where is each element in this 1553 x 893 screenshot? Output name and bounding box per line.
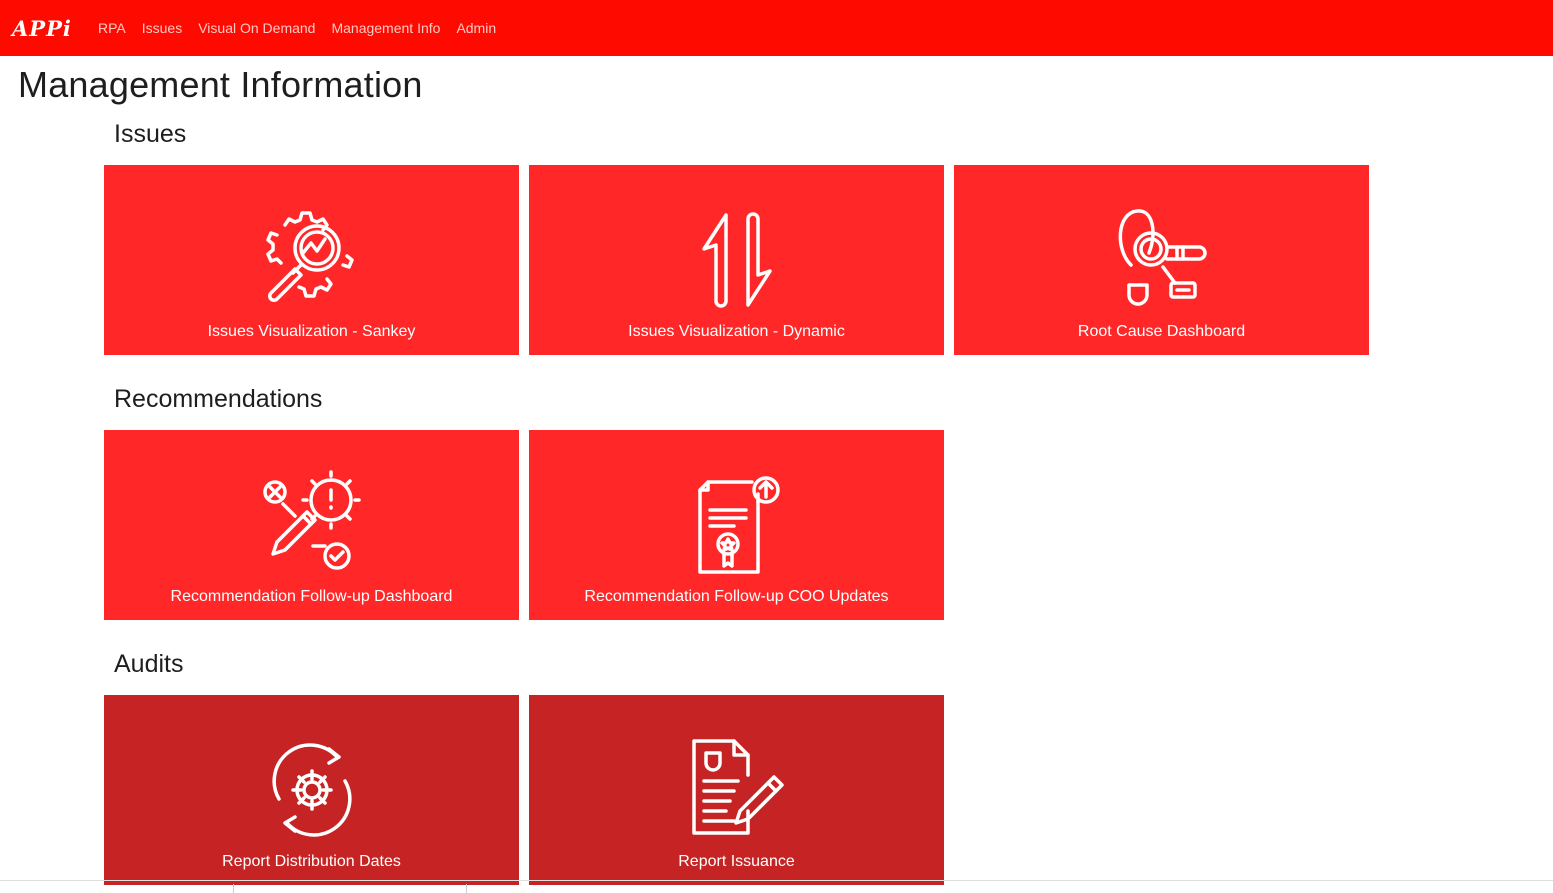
bottom-divider	[0, 880, 1553, 881]
tile-recommendation-follow-up-coo-updates[interactable]: Recommendation Follow-up COO Updates	[529, 430, 944, 620]
bottom-divider-tick	[466, 884, 467, 893]
tile-label: Issues Visualization - Sankey	[207, 323, 416, 340]
tile-label: Issues Visualization - Dynamic	[628, 323, 845, 340]
nav-link-issues[interactable]: Issues	[142, 20, 182, 36]
gear-magnifier-icon	[104, 205, 519, 315]
tile-label: Recommendation Follow-up COO Updates	[584, 588, 889, 605]
tile-root-cause-dashboard[interactable]: Root Cause Dashboard	[954, 165, 1369, 355]
nav-links: RPA Issues Visual On Demand Management I…	[98, 20, 512, 36]
nav-link-management-info[interactable]: Management Info	[331, 20, 440, 36]
nav-link-rpa[interactable]: RPA	[98, 20, 126, 36]
section-title-recommendations: Recommendations	[114, 385, 323, 413]
tile-label: Recommendation Follow-up Dashboard	[170, 588, 453, 605]
tile-recommendation-follow-up-dashboard[interactable]: Recommendation Follow-up Dashboard	[104, 430, 519, 620]
tile-label: Report Distribution Dates	[222, 853, 401, 870]
page-title: Management Information	[18, 64, 423, 105]
pencil-gear-check-icon	[104, 470, 519, 580]
tile-issues-visualization-sankey[interactable]: Issues Visualization - Sankey	[104, 165, 519, 355]
footprint-magnifier-icon	[954, 205, 1369, 315]
document-pen-icon	[529, 735, 944, 845]
brand-logo[interactable]: APPi	[12, 16, 84, 41]
tile-report-issuance[interactable]: Report Issuance	[529, 695, 944, 885]
tile-label: Root Cause Dashboard	[1077, 323, 1246, 340]
tile-label: Report Issuance	[678, 853, 795, 870]
tile-report-distribution-dates[interactable]: Report Distribution Dates	[104, 695, 519, 885]
up-down-arrows-icon	[529, 205, 944, 315]
certificate-upload-icon	[529, 470, 944, 580]
nav-link-admin[interactable]: Admin	[456, 20, 496, 36]
tile-issues-visualization-dynamic[interactable]: Issues Visualization - Dynamic	[529, 165, 944, 355]
section-title-issues: Issues	[114, 120, 187, 148]
nav-link-visual-on-demand[interactable]: Visual On Demand	[198, 20, 315, 36]
top-navbar: APPi RPA Issues Visual On Demand Managem…	[0, 0, 1553, 56]
gear-cycle-icon	[104, 735, 519, 845]
section-title-audits: Audits	[114, 650, 184, 678]
bottom-divider-tick	[233, 884, 234, 893]
